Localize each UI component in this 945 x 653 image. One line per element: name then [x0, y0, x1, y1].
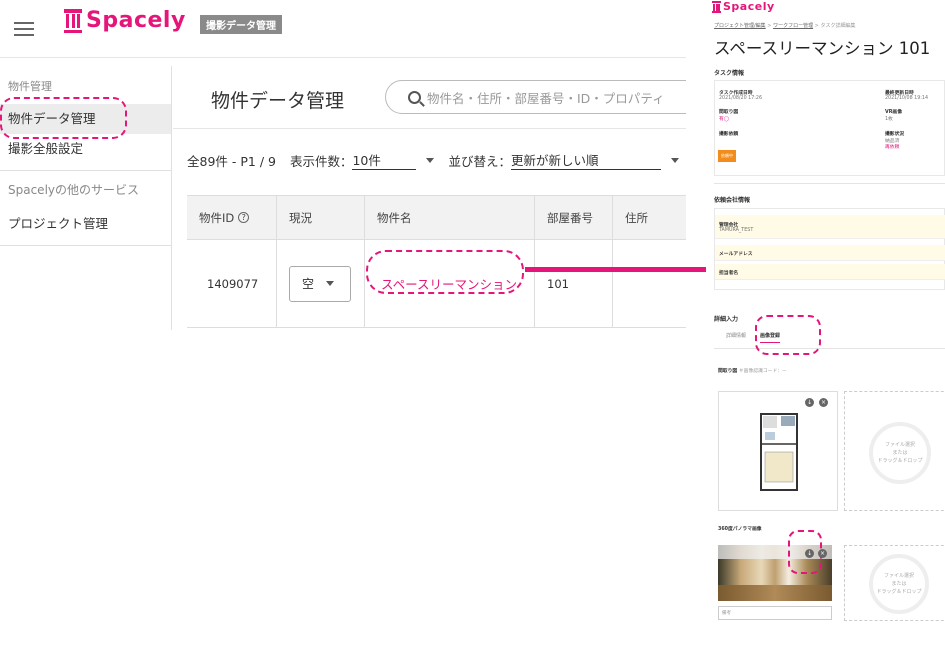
remark-input[interactable]: 備考: [718, 606, 832, 620]
header-id[interactable]: 物件ID?: [187, 196, 277, 239]
breadcrumb-item[interactable]: プロジェクト管理/編集: [714, 23, 766, 29]
person-row: 担当者名: [715, 264, 945, 280]
cell-status: 空: [277, 240, 365, 327]
left-screenshot: Spacely 撮影データ管理 物件管理 物件データ管理 撮影全般設定 Spac…: [0, 0, 686, 330]
search-input[interactable]: 物件名・住所・部屋番号・ID・プロパティ: [385, 80, 686, 114]
property-table: 物件ID? 現況 物件名 部屋番号 住所 1409077 空 スペースリーマンシ…: [187, 195, 686, 328]
header-address[interactable]: 住所: [613, 196, 686, 239]
sort-label: 並び替え：: [448, 153, 511, 169]
search-placeholder: 物件名・住所・部屋番号・ID・プロパティ: [427, 90, 665, 106]
sidebar-divider: [0, 245, 171, 246]
section-title-company: 依頼会社情報: [714, 197, 751, 204]
shoot-label: 撮影状況: [885, 132, 905, 137]
sidebar-other-services-label: Spacelyの他のサービス: [8, 183, 140, 197]
logo-text: Spacely: [723, 0, 775, 13]
cell-address: [613, 240, 686, 327]
section-title-task: タスク情報: [714, 70, 745, 77]
cell-name: スペースリーマンション: [365, 240, 535, 327]
floor-plan-label: 間取り図 ＃画像認識コード：ー: [718, 369, 787, 374]
sidebar-item-project[interactable]: プロジェクト管理: [0, 209, 171, 239]
status-select[interactable]: 空: [289, 265, 351, 302]
breadcrumb-current: タスク詳細編集: [820, 23, 856, 29]
app-badge: 撮影データ管理: [200, 15, 282, 34]
floor-plan-dropzone[interactable]: ファイル選択 または ドラッグ＆ドロップ: [844, 391, 945, 511]
created-value: 2021/08/20 17:26: [719, 96, 762, 101]
header-room[interactable]: 部屋番号: [535, 196, 613, 239]
cell-id: 1409077: [187, 240, 277, 327]
table-row: 1409077 空 スペースリーマンション 101: [187, 240, 686, 328]
panorama-image[interactable]: ↓ ×: [718, 545, 832, 601]
cell-room: 101: [535, 240, 613, 327]
divider: [714, 348, 945, 349]
sort-select[interactable]: 更新が新しい順: [511, 150, 661, 170]
property-name-link[interactable]: スペースリーマンション: [381, 274, 517, 293]
menu-icon[interactable]: [14, 22, 34, 36]
filter-bar: 全89件 - P1 / 9 表示件数： 10件 並び替え： 更新が新しい順: [187, 150, 686, 170]
upload-circle: ファイル選択 または ドラッグ＆ドロップ: [869, 554, 929, 614]
breadcrumb: プロジェクト管理/編集 > ワークフロー管理 > タスク詳細編集: [714, 23, 856, 29]
main-content: 物件データ管理 物件名・住所・部屋番号・ID・プロパティ 全89件 - P1 /…: [173, 58, 686, 330]
section-title-detail: 詳細入力: [714, 316, 739, 323]
right-screenshot: Spacely プロジェクト管理/編集 > ワークフロー管理 > タスク詳細編集…: [706, 0, 945, 653]
logo-text: Spacely: [86, 8, 186, 33]
download-icon[interactable]: ↓: [805, 398, 814, 407]
page-size-select[interactable]: 10件: [352, 150, 417, 170]
page-title: スペースリーマンション 101: [714, 39, 931, 58]
sidebar-item-property-data[interactable]: 物件データ管理: [0, 104, 171, 134]
table-header: 物件ID? 現況 物件名 部屋番号 住所: [187, 195, 686, 240]
vr-value: 1枚: [885, 117, 893, 122]
pano-label: 360度パノラマ画像: [718, 527, 762, 532]
page-size-label: 表示件数：: [289, 153, 353, 169]
sidebar: 物件管理 物件データ管理 撮影全般設定 Spacelyの他のサービス プロジェク…: [0, 66, 172, 330]
updated-value: 2021/10/08 19:14: [885, 96, 928, 101]
request-status-button[interactable]: 依頼中: [718, 150, 736, 162]
spacely-logo[interactable]: Spacely: [64, 8, 186, 33]
chevron-down-icon: [326, 281, 335, 286]
updated-label: 最終更新日時: [885, 91, 914, 96]
chevron-down-icon[interactable]: [671, 157, 679, 163]
upload-circle: ファイル選択 または ドラッグ＆ドロップ: [869, 422, 931, 484]
floor-label: 間取り図: [719, 110, 739, 115]
sidebar-item-shoot-settings[interactable]: 撮影全般設定: [0, 134, 171, 164]
search-icon: [408, 90, 421, 104]
spacely-logo[interactable]: Spacely: [712, 0, 775, 13]
chevron-down-icon[interactable]: [426, 157, 435, 163]
header-status[interactable]: 現況: [277, 196, 365, 239]
delete-icon[interactable]: ×: [819, 398, 828, 407]
tab-detail-info[interactable]: 詳細情報: [726, 332, 746, 343]
sidebar-section-label: 物件管理: [8, 80, 52, 93]
pillar-logo-icon: [64, 8, 82, 33]
download-icon[interactable]: ↓: [805, 549, 814, 558]
request-label: 撮影依頼: [719, 132, 739, 137]
help-icon[interactable]: ?: [238, 212, 250, 223]
result-summary: 全89件 - P1 / 9: [187, 153, 276, 169]
arrow-shaft: [525, 267, 709, 272]
breadcrumb-item[interactable]: ワークフロー管理: [773, 23, 813, 29]
floor-value: 有◯: [719, 117, 730, 122]
company-row: 管理会社 TAMURA_TEST: [715, 215, 945, 239]
divider: [714, 183, 945, 184]
email-row: メールアドレス: [715, 245, 945, 261]
top-bar: Spacely 撮影データ管理: [0, 0, 686, 58]
created-label: タスク作成日時: [719, 91, 753, 96]
divider: [173, 128, 686, 129]
page-title: 物件データ管理: [211, 90, 345, 112]
shoot-value-2: 再依頼: [885, 145, 900, 150]
tab-image-register[interactable]: 画像登録: [760, 332, 781, 343]
company-card: 管理会社 TAMURA_TEST メールアドレス 担当者名: [714, 208, 945, 290]
vr-label: VR画像: [885, 110, 903, 115]
floor-plan-drawing: [760, 413, 798, 491]
detail-tabs: 詳細情報 画像登録: [714, 332, 794, 343]
task-card: タスク作成日時 2021/08/20 17:26 最終更新日時 2021/10/…: [714, 80, 945, 176]
pillar-logo-icon: [712, 0, 721, 13]
header-name[interactable]: 物件名: [365, 196, 535, 239]
pano-dropzone[interactable]: ファイル選択 または ドラッグ＆ドロップ: [844, 545, 945, 621]
floor-plan-image[interactable]: ↓ ×: [718, 391, 838, 511]
delete-icon[interactable]: ×: [818, 549, 827, 558]
